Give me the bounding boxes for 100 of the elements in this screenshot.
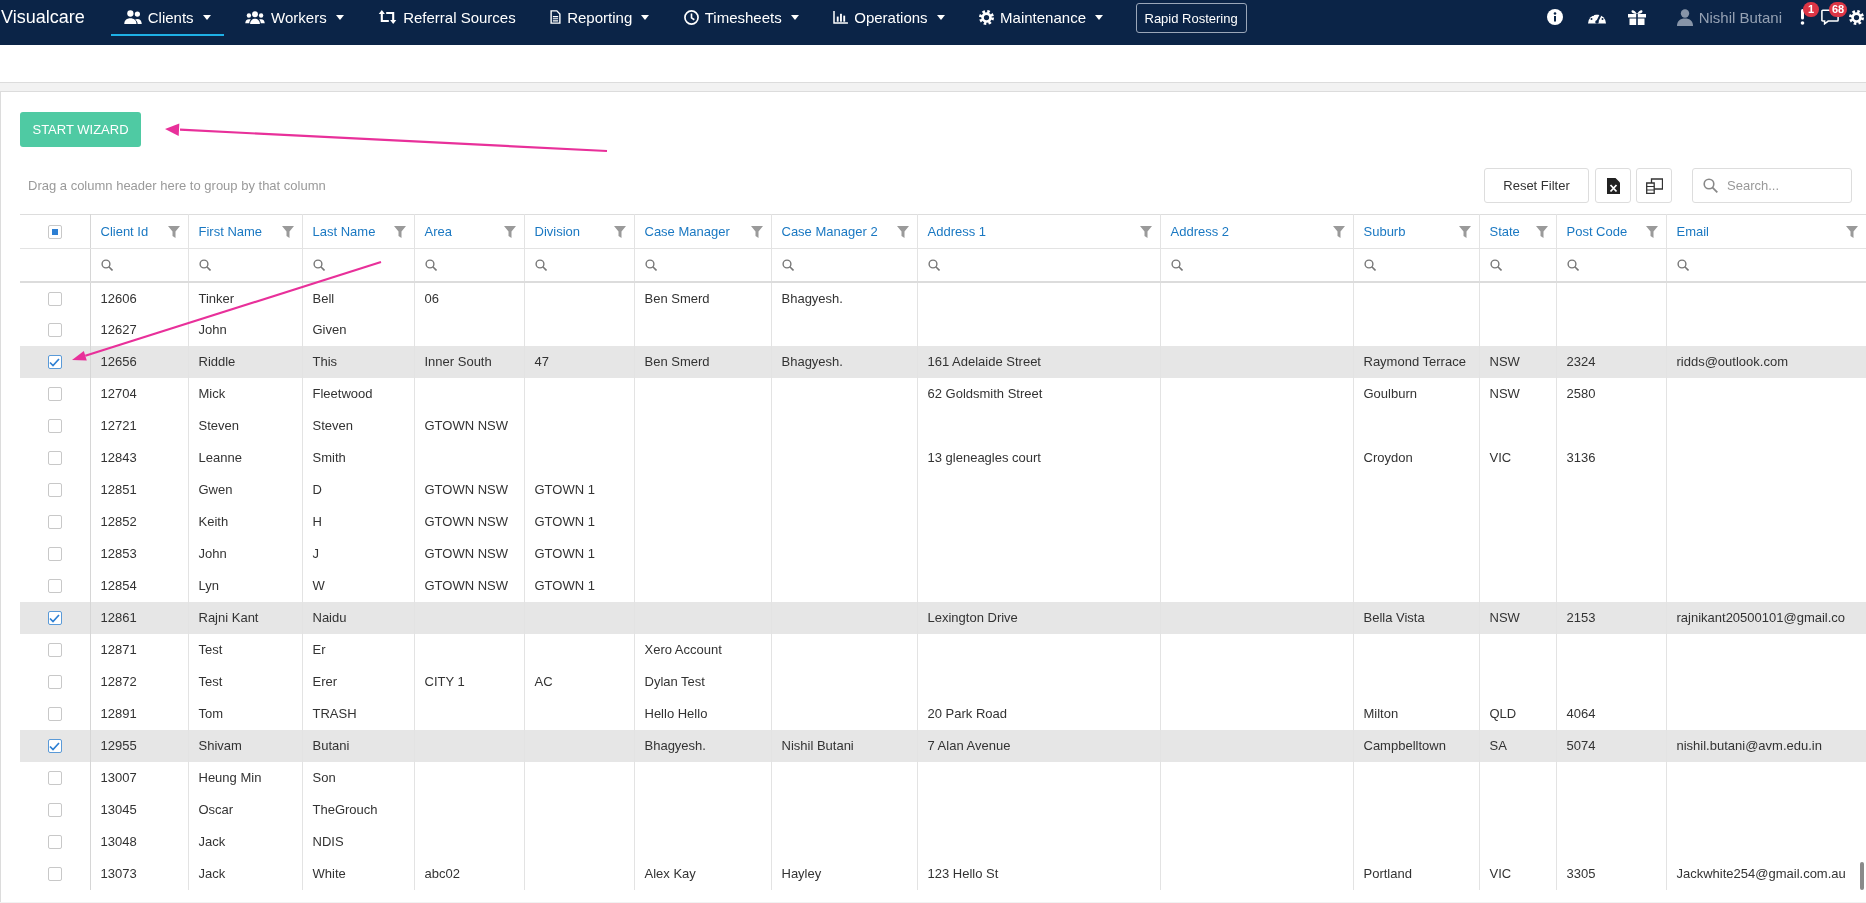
table-cell: GTOWN NSW: [414, 473, 524, 506]
funnel-icon[interactable]: [1535, 225, 1548, 238]
settings-icon[interactable]: [1849, 9, 1864, 25]
search-icon: [1363, 258, 1376, 271]
reset-filter-button[interactable]: Reset Filter: [1484, 168, 1589, 203]
row-checkbox[interactable]: [47, 771, 62, 786]
nav-tab[interactable]: Reporting: [537, 0, 663, 36]
table-cell: Hello Hello: [634, 697, 771, 730]
column-header[interactable]: Post Code: [1556, 214, 1666, 249]
row-checkbox[interactable]: [47, 707, 62, 722]
funnel-icon[interactable]: [393, 225, 406, 238]
exclamation-icon[interactable]: [1800, 9, 1805, 25]
nav-tab[interactable]: Clients: [110, 0, 224, 36]
row-checkbox[interactable]: [47, 547, 62, 562]
funnel-icon[interactable]: [281, 225, 294, 238]
row-checkbox[interactable]: [47, 451, 62, 466]
info-icon[interactable]: [1546, 9, 1563, 25]
user-icon[interactable]: [1676, 8, 1693, 26]
row-checkbox[interactable]: [47, 419, 62, 434]
table-cell: This: [302, 345, 414, 378]
table-cell: NDIS: [302, 825, 414, 858]
row-checkbox[interactable]: [47, 803, 62, 818]
column-header[interactable]: Area: [414, 214, 524, 249]
table-cell: ridds@outlook.com: [1666, 345, 1866, 378]
nav-tab[interactable]: Workers: [232, 0, 357, 36]
column-header[interactable]: Email: [1666, 214, 1866, 249]
funnel-icon[interactable]: [167, 225, 180, 238]
funnel-icon[interactable]: [1645, 225, 1658, 238]
spreadsheet-file-icon: [1606, 177, 1620, 194]
table-cell: Shivam: [188, 729, 302, 762]
column-header[interactable]: First Name: [188, 214, 302, 249]
table-cell: Lexington Drive: [917, 601, 1160, 634]
row-checkbox[interactable]: [47, 675, 62, 690]
funnel-icon[interactable]: [750, 225, 763, 238]
row-checkbox[interactable]: [47, 643, 62, 658]
table-cell: 5074: [1556, 729, 1666, 762]
table-cell: Campbelltown: [1353, 729, 1479, 762]
table-cell: Er: [302, 633, 414, 666]
funnel-icon[interactable]: [896, 225, 909, 238]
select-all-checkbox[interactable]: [47, 225, 62, 240]
column-header[interactable]: Case Manager 2: [771, 214, 917, 249]
column-header[interactable]: Suburb: [1353, 214, 1479, 249]
table-cell: Tom: [188, 697, 302, 730]
gear-icon: [979, 9, 995, 25]
funnel-icon[interactable]: [1332, 225, 1345, 238]
selected-row[interactable]: 12955 Shivam Butani Bhagyesh. Nishil Butani 7 Alan Avenue Campbelltown SA 5074 nishil.butani@avm.edu.in: [20, 729, 1866, 762]
nav-tab[interactable]: Maintenance: [966, 0, 1116, 36]
search-field[interactable]: Search...: [1692, 168, 1852, 203]
count-badge: 68: [1829, 2, 1848, 17]
table-cell: W: [302, 569, 414, 602]
nav-tab[interactable]: Operations: [820, 0, 958, 36]
funnel-icon[interactable]: [1458, 225, 1471, 238]
row-checkbox[interactable]: [47, 323, 62, 338]
table-cell: Raymond Terrace: [1353, 345, 1479, 378]
search-icon: [644, 258, 657, 271]
table-cell: Bell: [302, 281, 414, 314]
nav-tab[interactable]: Timesheets: [670, 0, 812, 36]
row-checkbox[interactable]: [47, 515, 62, 530]
row-checkbox[interactable]: [47, 835, 62, 850]
column-header[interactable]: State: [1479, 214, 1556, 249]
table-cell: John: [188, 537, 302, 570]
row-checkbox[interactable]: [47, 355, 62, 370]
selected-row[interactable]: 12861 Rajni Kant Naidu Lexington Drive Bella Vista NSW 2153 rajnikant20500101@gmail.co: [20, 601, 1866, 634]
user-name[interactable]: Nishil Butani: [1698, 8, 1782, 26]
column-chooser-button[interactable]: [1636, 168, 1672, 203]
app-brand[interactable]: Visualcare: [0, 0, 111, 34]
column-header[interactable]: Division: [524, 214, 634, 249]
search-icon: [1703, 178, 1718, 193]
funnel-icon[interactable]: [503, 225, 516, 238]
table-cell: abc02: [414, 857, 524, 890]
table-cell: Goulburn: [1353, 377, 1479, 410]
rapid-rostering-button[interactable]: Rapid Rostering: [1135, 3, 1247, 33]
row-checkbox[interactable]: [47, 739, 62, 754]
column-header[interactable]: Last Name: [302, 214, 414, 249]
column-header[interactable]: Case Manager: [634, 214, 771, 249]
funnel-icon[interactable]: [1845, 225, 1858, 238]
row-checkbox[interactable]: [47, 387, 62, 402]
column-header[interactable]: Address 2: [1160, 214, 1353, 249]
row-checkbox[interactable]: [47, 291, 62, 306]
table-cell: Bella Vista: [1353, 601, 1479, 634]
column-header[interactable]: Address 1: [917, 214, 1160, 249]
table-cell: Rajni Kant: [188, 601, 302, 634]
table-cell: 13 gleneagles court: [917, 441, 1160, 474]
gift-icon[interactable]: [1627, 9, 1646, 25]
column-header[interactable]: Client Id: [90, 214, 188, 249]
table-cell: VIC: [1479, 857, 1556, 890]
row-checkbox[interactable]: [47, 867, 62, 882]
funnel-icon[interactable]: [613, 225, 626, 238]
nav-tab[interactable]: Referral Sources: [365, 0, 529, 36]
funnel-icon[interactable]: [1139, 225, 1152, 238]
scrollbar-thumb[interactable]: [1860, 862, 1864, 890]
table-cell: GTOWN NSW: [414, 409, 524, 442]
excel-export-button[interactable]: [1595, 168, 1631, 203]
two-people-icon: [123, 10, 142, 24]
table-cell: 161 Adelaide Street: [917, 345, 1160, 378]
row-checkbox[interactable]: [47, 611, 62, 626]
row-checkbox[interactable]: [47, 579, 62, 594]
table-cell: 12872: [90, 665, 188, 698]
selected-row[interactable]: 12656 Riddle This Inner South 47 Ben Smerd Bhagyesh. 161 Adelaide Street Raymond Terrace NSW 2324 ridds@outlook.com: [20, 345, 1866, 378]
row-checkbox[interactable]: [47, 483, 62, 498]
